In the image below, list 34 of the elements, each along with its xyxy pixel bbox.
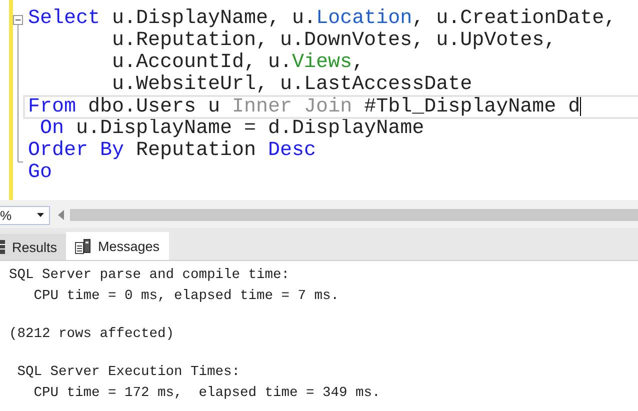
code-token: dbo.Users u — [87, 95, 222, 118]
code-token: Reputation — [135, 139, 258, 162]
code-token: u.WebsiteUrl, u.LastAccessDate — [111, 73, 472, 96]
collapse-outline-icon[interactable] — [12, 14, 24, 164]
code-token: Desc — [268, 139, 316, 162]
code-token: Order By — [28, 139, 124, 162]
code-token: Location — [316, 7, 412, 30]
text-caret — [580, 96, 582, 116]
message-line: SQL Server parse and compile time: — [9, 267, 291, 285]
code-token: u.DisplayName = d.DisplayName — [75, 117, 424, 140]
message-line: (8212 rows affected) — [9, 326, 176, 344]
output-tab[interactable]: Messages — [66, 232, 169, 260]
message-line: CPU time = 0 ms, elapsed time = 7 ms. — [32, 288, 340, 306]
code-token: Go — [28, 161, 52, 184]
output-tab[interactable]: Results — [0, 234, 66, 260]
messages-icon — [75, 238, 92, 254]
code-token: Select — [28, 7, 100, 30]
horizontal-scrollbar[interactable] — [70, 209, 638, 221]
code-token: #Tbl_DisplayName d — [363, 95, 580, 118]
message-line: CPU time = 172 ms, elapsed time = 349 ms. — [32, 385, 382, 403]
message-line: SQL Server Execution Times: — [16, 364, 242, 382]
scroll-left-icon[interactable] — [58, 210, 64, 220]
code-token: u.Reputation, u.DownVotes, u.UpVotes, — [111, 29, 556, 52]
code-token: Inner Join — [232, 95, 352, 118]
grid-icon — [0, 240, 5, 254]
code-token: u.AccountId, u. — [111, 51, 292, 74]
code-token: , u.CreationDate, — [412, 7, 616, 30]
code-token: From — [28, 95, 76, 118]
code-token: u.DisplayName, u. — [111, 7, 316, 30]
dropdown-arrow-icon — [37, 213, 44, 217]
zoom-dropdown[interactable]: % — [0, 206, 50, 224]
code-token: , — [352, 51, 364, 74]
code-token: On — [39, 117, 64, 140]
code-token: Views — [292, 51, 352, 74]
